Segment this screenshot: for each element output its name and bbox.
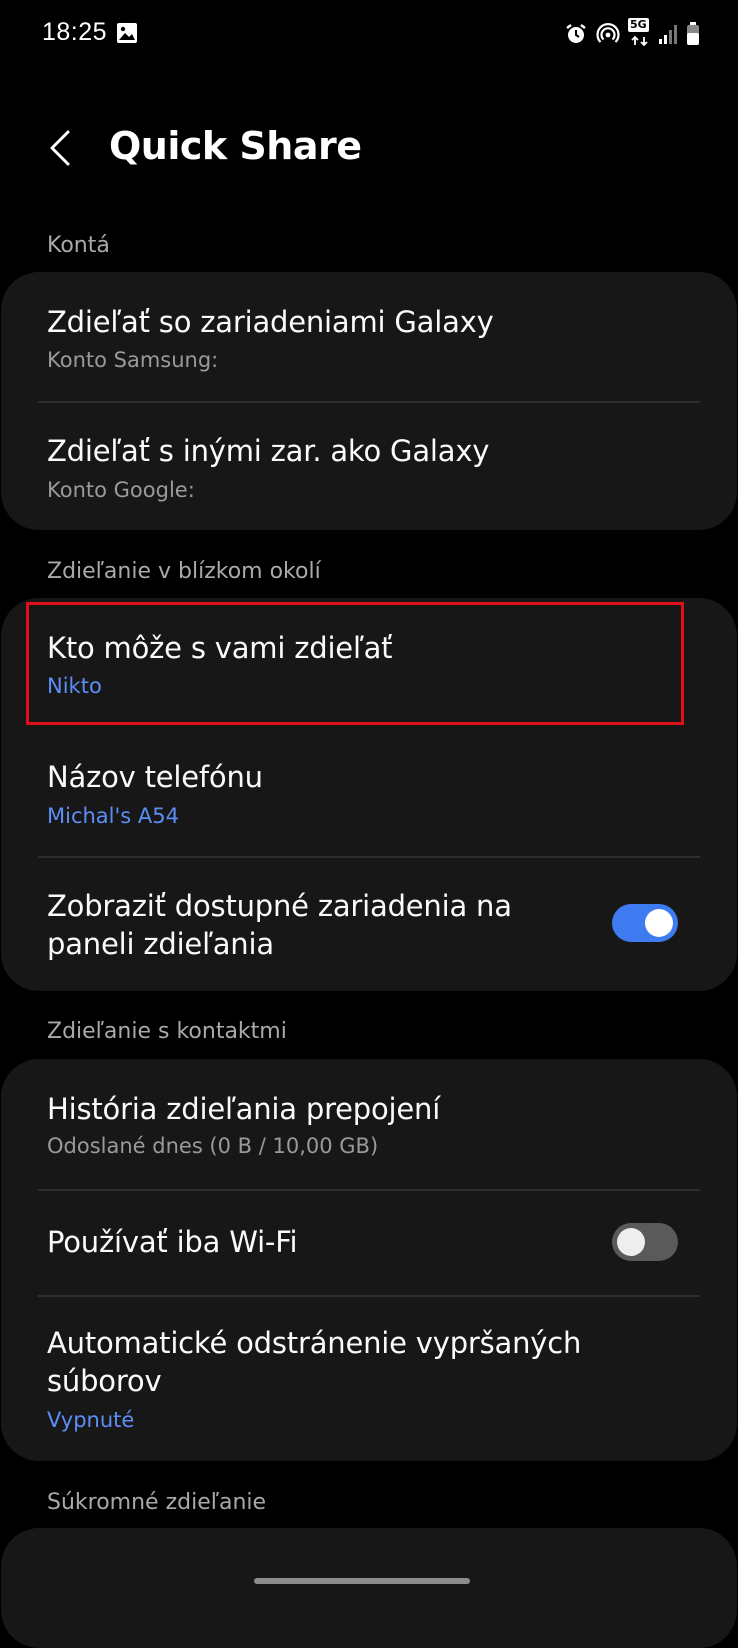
item-title: Názov telefónu <box>47 760 263 794</box>
share-non-galaxy-devices-item[interactable]: Zdieľať s inými zar. ako Galaxy Konto Go… <box>1 403 737 530</box>
item-title: História zdieľania prepojení <box>47 1092 441 1126</box>
toggle-knob <box>617 1228 645 1256</box>
auto-delete-expired-item[interactable]: Automatické odstránenie vypršaných súbor… <box>1 1297 737 1461</box>
section-label-nearby: Zdieľanie v blízkom okolí <box>47 559 321 584</box>
link-share-history-item[interactable]: História zdieľania prepojení Odoslané dn… <box>1 1059 737 1189</box>
home-indicator[interactable] <box>254 1578 470 1584</box>
item-subtitle: Odoslané dnes (0 B / 10,00 GB) <box>47 1134 379 1158</box>
status-icons: 5G <box>564 18 700 48</box>
private-card <box>1 1528 737 1648</box>
wifi-only-toggle[interactable] <box>612 1223 678 1261</box>
item-title: Používať iba Wi-Fi <box>47 1225 298 1259</box>
item-title-line2: súborov <box>47 1364 162 1398</box>
section-label-private: Súkromné zdieľanie <box>47 1490 267 1515</box>
app-header: Quick Share <box>0 110 738 190</box>
who-can-share-item[interactable]: Kto môže s vami zdieľať Nikto <box>1 598 737 728</box>
item-title: Zdieľať s inými zar. ako Galaxy <box>47 434 490 468</box>
section-label-accounts: Kontá <box>47 233 110 258</box>
alarm-icon <box>564 22 588 46</box>
item-value: Michal's A54 <box>47 804 179 828</box>
5g-icon: 5G <box>628 18 650 48</box>
chevron-left-icon[interactable] <box>40 126 84 170</box>
item-subtitle: Konto Google: <box>47 478 195 502</box>
item-title-line1: Automatické odstránenie vypršaných <box>47 1326 582 1360</box>
show-devices-toggle[interactable] <box>612 904 678 942</box>
nearby-card: Kto môže s vami zdieľať Nikto Názov tele… <box>1 598 737 991</box>
section-label-contacts: Zdieľanie s kontaktmi <box>47 1019 287 1044</box>
item-title-line1: Zobraziť dostupné zariadenia na <box>47 889 512 923</box>
hotspot-icon <box>596 22 620 46</box>
item-title: Zdieľať so zariadeniami Galaxy <box>47 305 494 339</box>
toggle-knob <box>645 909 673 937</box>
show-devices-share-panel-item[interactable]: Zobraziť dostupné zariadenia na paneli z… <box>1 858 737 991</box>
item-title-line2: paneli zdieľania <box>47 927 274 961</box>
item-title: Kto môže s vami zdieľať <box>47 631 393 665</box>
phone-name-item[interactable]: Názov telefónu Michal's A54 <box>1 728 737 856</box>
status-time: 18:25 <box>42 18 108 46</box>
battery-icon <box>686 22 700 46</box>
network-label: 5G <box>628 18 649 32</box>
item-value: Nikto <box>47 674 102 698</box>
page-title: Quick Share <box>109 124 362 168</box>
item-subtitle: Konto Samsung: <box>47 348 219 372</box>
status-bar: 18:25 5G <box>0 0 738 70</box>
gallery-icon <box>116 22 138 44</box>
signal-icon <box>658 23 678 45</box>
item-value: Vypnuté <box>47 1408 135 1432</box>
wifi-only-item[interactable]: Používať iba Wi-Fi <box>1 1191 737 1295</box>
accounts-card: Zdieľať so zariadeniami Galaxy Konto Sam… <box>1 272 737 530</box>
share-galaxy-devices-item[interactable]: Zdieľať so zariadeniami Galaxy Konto Sam… <box>1 272 737 401</box>
contacts-card: História zdieľania prepojení Odoslané dn… <box>1 1059 737 1461</box>
